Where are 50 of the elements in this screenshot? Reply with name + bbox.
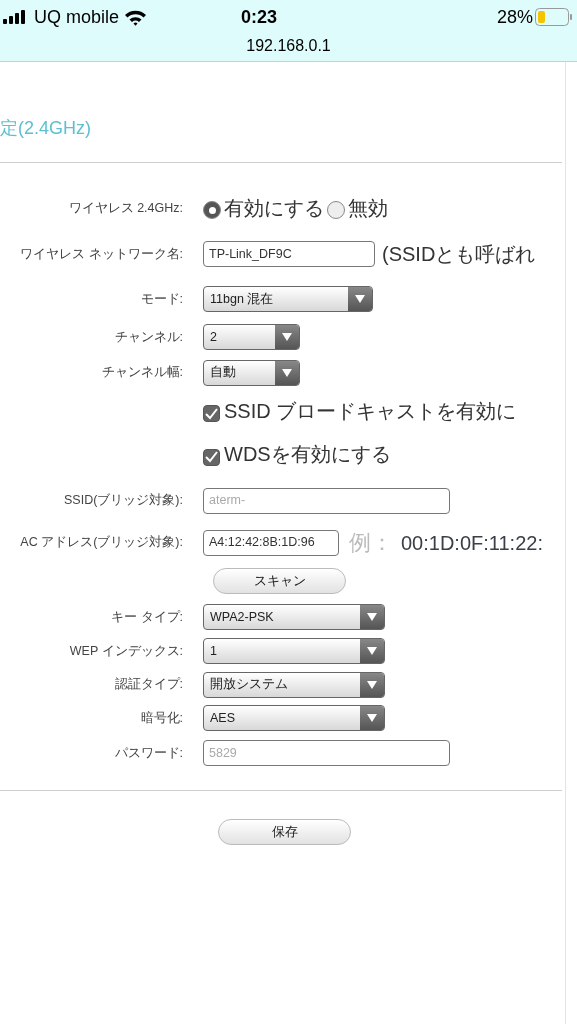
field-label: ワイヤレス 2.4GHz: xyxy=(68,199,183,217)
dropdown-select[interactable]: 2 xyxy=(203,324,300,350)
checkmark-icon xyxy=(205,451,218,463)
radio-label: 有効にする xyxy=(224,197,324,219)
scan-button[interactable]: スキャン xyxy=(213,568,346,594)
battery-percent: 28% xyxy=(496,5,533,29)
dropdown-arrow-icon xyxy=(282,333,292,341)
field-label: チャンネル: xyxy=(114,328,183,346)
example-value: 00:1D:0F:11:22: xyxy=(401,530,543,556)
dropdown-select[interactable]: 自動 xyxy=(203,359,300,386)
field-note: (SSIDとも呼ばれ xyxy=(382,242,536,267)
input-field[interactable]: A4:12:42:8B:1D:96 xyxy=(203,529,339,556)
checkbox[interactable] xyxy=(203,448,220,466)
field-label: チャンネル幅: xyxy=(101,364,183,382)
dropdown-select[interactable]: AES xyxy=(203,705,385,731)
save-button[interactable]: 保存 xyxy=(218,819,351,845)
url-address: 192.168.0.1 xyxy=(246,36,331,56)
field-label: パスワード: xyxy=(114,744,183,762)
dropdown-arrow-icon xyxy=(367,613,377,621)
battery-icon xyxy=(535,8,573,26)
field-label: SSID(ブリッジ対象): xyxy=(64,492,183,510)
field-label: キー タイプ: xyxy=(111,608,183,626)
dropdown-arrow-icon xyxy=(367,714,377,722)
dropdown-arrow-icon xyxy=(367,680,377,689)
field-label: WEP インデックス: xyxy=(69,642,183,660)
dropdown-select[interactable]: 開放システム xyxy=(203,671,385,698)
field-label: モード: xyxy=(140,290,183,308)
section-title: 定(2.4GHz) xyxy=(0,117,91,140)
field-label: 暗号化: xyxy=(140,709,183,727)
dropdown-select[interactable]: 11bgn 混在 xyxy=(203,286,373,312)
radio-button[interactable] xyxy=(327,201,345,219)
carrier-name: UQ mobile xyxy=(34,5,120,29)
checkbox[interactable] xyxy=(203,405,220,422)
checkbox-label: WDSを有効にする xyxy=(224,442,391,467)
dropdown-arrow-icon xyxy=(355,295,365,303)
dropdown-select[interactable]: WPA2-PSK xyxy=(203,604,385,630)
dropdown-arrow-icon xyxy=(367,647,377,655)
field-label: 認証タイプ: xyxy=(114,676,183,694)
wifi-icon xyxy=(124,8,148,26)
field-label: AC アドレス(ブリッジ対象): xyxy=(20,534,183,552)
example-label: 例： xyxy=(349,529,393,557)
dropdown-arrow-icon xyxy=(282,368,292,377)
input-field[interactable]: TP-Link_DF9C xyxy=(203,241,375,267)
dropdown-select[interactable]: 1 xyxy=(203,638,385,664)
clock-time: 0:23 xyxy=(241,5,278,29)
field-label: ワイヤレス ネットワーク名: xyxy=(20,245,183,263)
radio-button[interactable] xyxy=(203,201,221,219)
checkbox-label: SSID ブロードキャストを有効に xyxy=(224,398,517,424)
radio-label: 無効 xyxy=(348,197,388,219)
checkmark-icon xyxy=(205,407,218,420)
